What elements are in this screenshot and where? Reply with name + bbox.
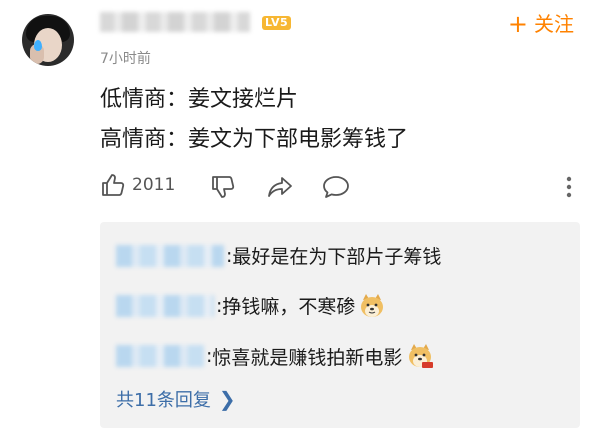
view-all-replies-label: 共11条回复 xyxy=(116,390,211,411)
reply-text: 最好是在为下部片子筹钱 xyxy=(232,246,442,268)
reply-username-blurred[interactable] xyxy=(116,294,214,317)
level-badge: LV5 xyxy=(262,16,292,30)
reply-username-blurred[interactable] xyxy=(116,345,204,367)
like-count: 2011 xyxy=(132,175,176,195)
follow-label: 关注 xyxy=(534,12,574,36)
reply-username-blurred[interactable] xyxy=(116,244,224,267)
comment-line: 低情商：姜文接烂片 xyxy=(100,87,299,112)
plus-icon: + xyxy=(507,10,528,38)
chevron-right-icon: ❯ xyxy=(218,387,236,411)
more-vertical-icon xyxy=(566,176,572,198)
username-blurred[interactable] xyxy=(100,12,250,32)
share-icon xyxy=(268,177,292,197)
dislike-button[interactable] xyxy=(210,174,236,204)
comment-text: 低情商：姜文接烂片 高情商：姜文为下部电影筹钱了 xyxy=(100,80,408,160)
comment-line: 高情商：姜文为下部电影筹钱了 xyxy=(100,127,409,152)
thumbs-up-icon xyxy=(102,174,125,196)
share-button[interactable] xyxy=(266,174,294,204)
reply-item[interactable]: : 最好是在为下部片子筹钱 xyxy=(116,242,441,269)
follow-button[interactable]: + 关注 xyxy=(508,10,574,38)
doge-money-icon xyxy=(409,344,434,368)
reply-item[interactable]: : 挣钱嘛，不寒碜 xyxy=(116,292,385,319)
doge-icon xyxy=(361,293,384,317)
more-options-button[interactable] xyxy=(564,174,574,204)
comment-bubble-icon xyxy=(323,176,349,198)
like-button[interactable]: 2011 xyxy=(100,172,175,198)
comment-actions: 2011 xyxy=(100,172,580,202)
reply-text: 惊喜就是赚钱拍新电影 xyxy=(212,346,403,369)
timestamp: 7小时前 xyxy=(100,51,151,67)
replies-box: : 最好是在为下部片子筹钱 : 挣钱嘛，不寒碜 : 惊喜就是赚钱拍新电影 共11… xyxy=(100,222,580,428)
sweat-drop-icon xyxy=(34,40,42,51)
view-all-replies-link[interactable]: 共11条回复 ❯ xyxy=(116,386,236,412)
reply-text: 挣钱嘛，不寒碜 xyxy=(222,296,356,318)
thumbs-down-icon xyxy=(212,176,235,198)
reply-button[interactable] xyxy=(322,174,350,204)
avatar[interactable] xyxy=(22,14,74,66)
reply-item[interactable]: : 惊喜就是赚钱拍新电影 xyxy=(116,342,434,370)
